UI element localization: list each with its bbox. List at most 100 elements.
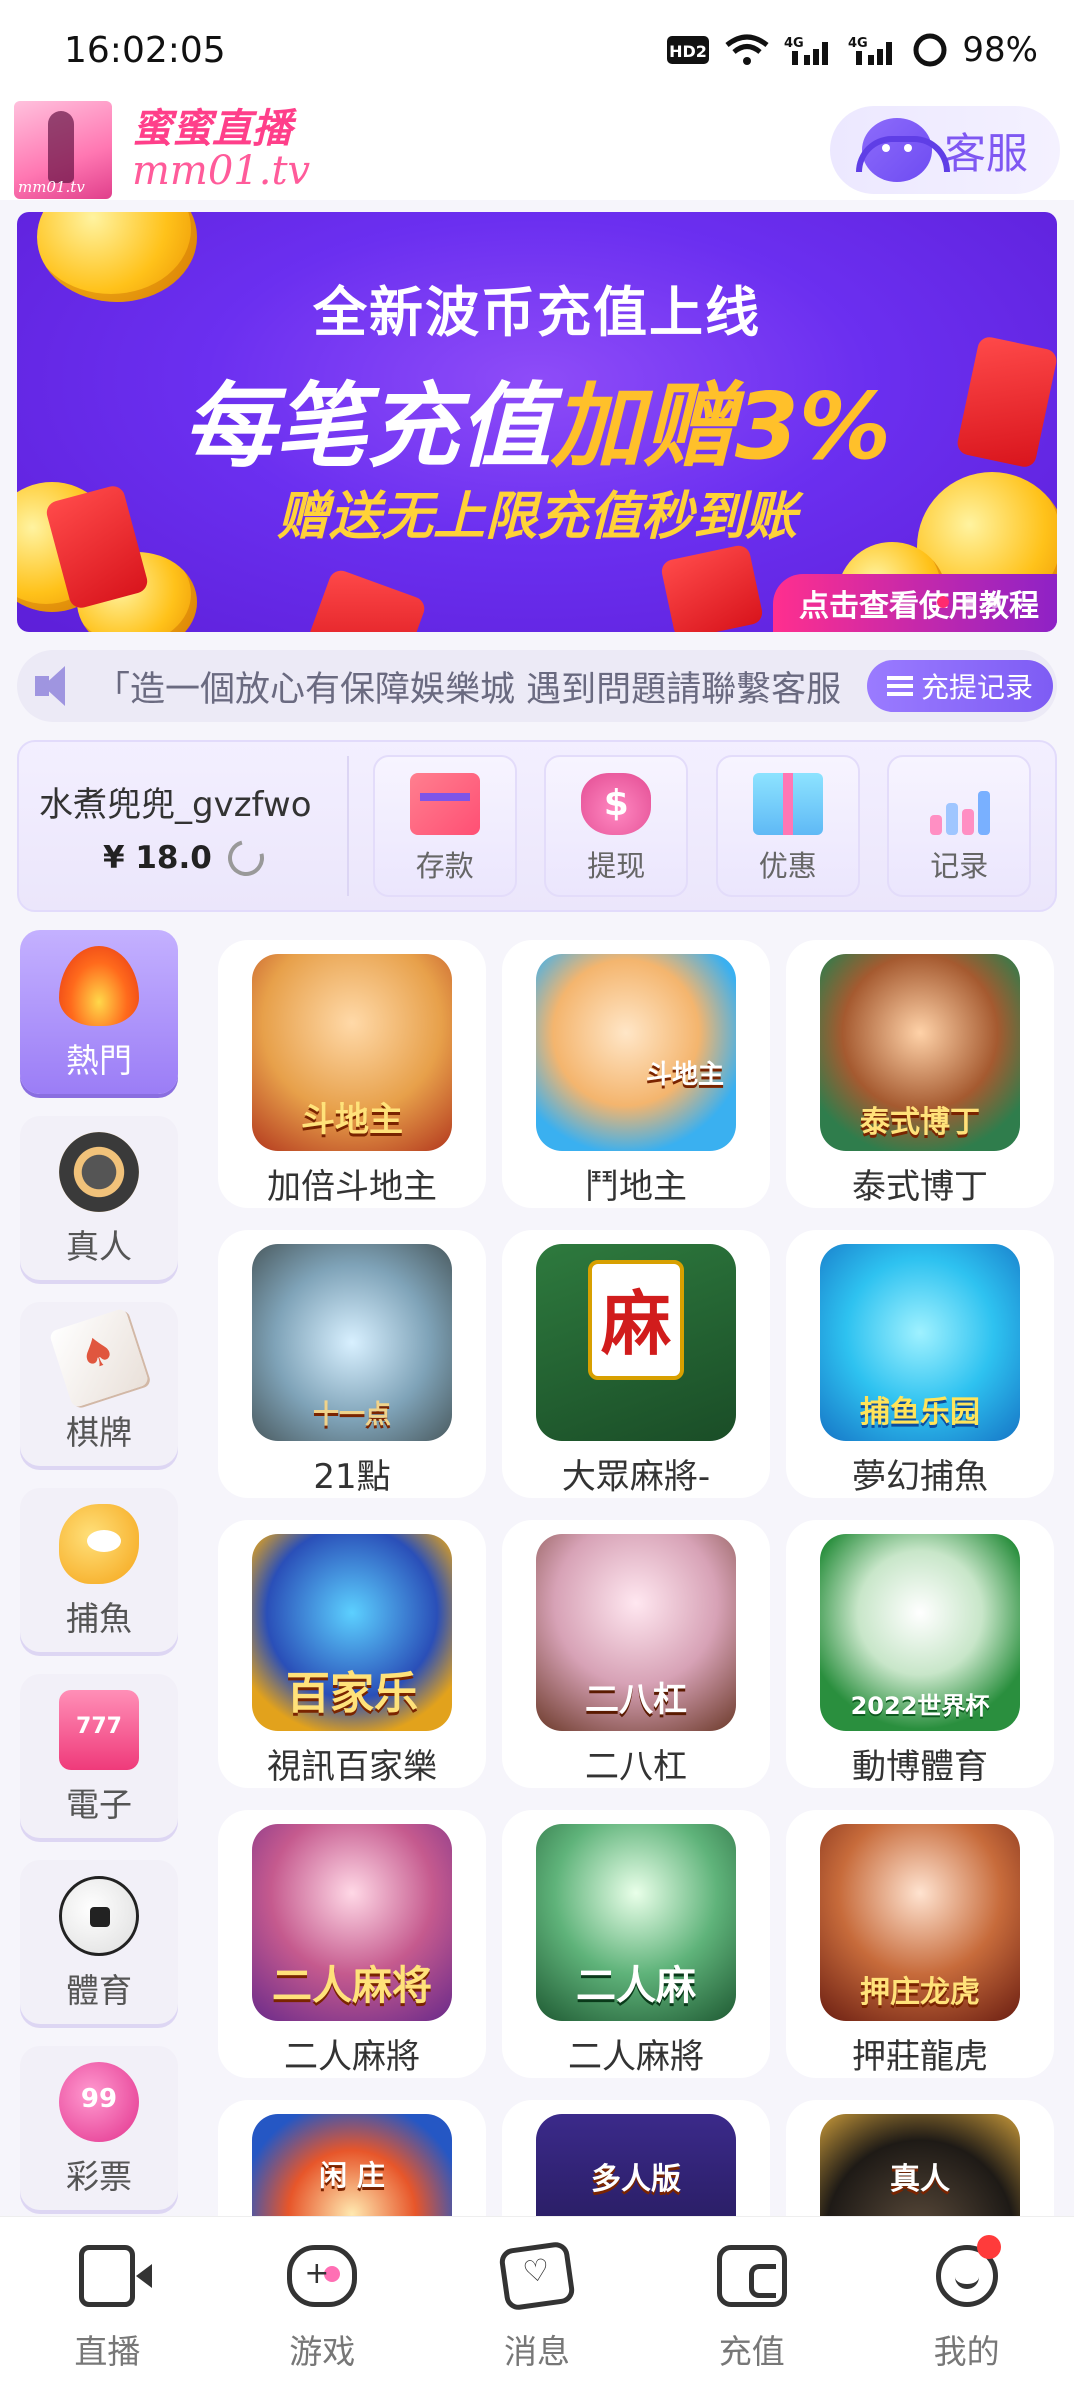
money-bag-icon <box>581 773 652 835</box>
nav-recharge[interactable]: 充值 <box>662 2245 842 2373</box>
svg-text:4G: 4G <box>848 36 868 51</box>
records-label: 记录 <box>930 849 989 883</box>
nav-messages[interactable]: 消息 <box>447 2240 627 2373</box>
thumbnail-text: 百家乐 <box>286 1668 418 1719</box>
wifi-icon <box>725 34 769 65</box>
refresh-icon[interactable] <box>221 832 271 883</box>
game-thumbnail: 二人麻将 <box>252 1824 452 2021</box>
game-card[interactable]: 二八杠 二八杠 <box>502 1520 770 1788</box>
thumbnail-text: 斗地主 <box>645 1060 724 1090</box>
category-hot[interactable]: 熱門 <box>20 930 178 1094</box>
fire-icon <box>59 946 139 1026</box>
logo-figure <box>48 111 74 183</box>
promo-banner[interactable]: 全新波币充值上线 每笔充值加赠3% 赠送无上限充值秒到账 点击查看使用教程 <box>17 212 1057 632</box>
wallet-actions: 存款 提现 优惠 记录 <box>349 755 1055 897</box>
logo-image: mm01.tv <box>14 101 112 199</box>
announcement-bar: 「造一個放心有保障娛樂城 遇到問題請聯繫客服 充提记录 <box>17 650 1057 722</box>
nav-live[interactable]: 直播 <box>17 2245 197 2373</box>
category-live[interactable]: 真人 <box>20 1116 178 1280</box>
game-card[interactable]: 押庄龙虎 押莊龍虎 <box>786 1810 1054 2078</box>
category-label: 電子 <box>66 1785 132 1824</box>
thumbnail-text: 斗地主 <box>301 1100 403 1140</box>
game-card[interactable]: 二人麻将 二人麻將 <box>218 1810 486 2078</box>
game-name: 二人麻將 <box>284 2037 420 2077</box>
notification-badge <box>976 2235 1001 2259</box>
records-button[interactable]: 记录 <box>887 755 1032 897</box>
game-card[interactable]: 十一点 21點 <box>218 1230 486 1498</box>
game-name: 押莊龍虎 <box>852 2037 988 2077</box>
thumbnail-text: 押庄龙虎 <box>860 1975 980 2010</box>
category-cards[interactable]: 棋牌 <box>20 1302 178 1466</box>
card-icon <box>409 773 480 835</box>
balance-row: ¥ 18.0 <box>39 832 347 883</box>
wallet-icon <box>716 2245 787 2307</box>
app-logo[interactable]: mm01.tv 蜜蜜直播 mm01.tv <box>14 101 310 199</box>
user-info: 水煮兜兜_gvzfwo ¥ 18.0 <box>19 756 349 896</box>
svg-text:HD2: HD2 <box>670 42 708 61</box>
thumbnail-text: 十一点 <box>312 1400 391 1430</box>
thumbnail-text: 二八杠 <box>585 1680 687 1720</box>
recharge-record-button[interactable]: 充提记录 <box>866 660 1053 712</box>
game-name: 21點 <box>313 1457 391 1497</box>
game-name: 大眾麻將- <box>561 1457 711 1497</box>
thumbnail-text: 泰式博丁 <box>860 1105 980 1140</box>
category-slots[interactable]: 電子 <box>20 1674 178 1838</box>
game-card[interactable]: 麻 大眾麻將- <box>502 1230 770 1498</box>
game-card[interactable]: 斗地主 鬥地主 <box>502 940 770 1208</box>
category-lottery[interactable]: 彩票 <box>20 2046 178 2210</box>
thumbnail-text: 二人麻 <box>576 1963 696 2009</box>
thumbnail-text: 捕鱼乐园 <box>860 1395 980 1430</box>
game-card[interactable]: 斗地主 加倍斗地主 <box>218 940 486 1208</box>
category-label: 真人 <box>66 1227 132 1266</box>
nav-label: 直播 <box>74 2332 141 2371</box>
announcement-text: 「造一個放心有保障娛樂城 遇到問題請聯繫客服 <box>95 669 842 710</box>
signal-icon-2: 4G <box>848 36 893 65</box>
card-icon <box>48 1307 150 1409</box>
battery-icon <box>913 33 947 67</box>
svg-text:4G: 4G <box>784 36 804 51</box>
banner-dot[interactable] <box>989 596 1001 608</box>
game-card[interactable]: 2022世界杯 動博體育 <box>786 1520 1054 1788</box>
nav-profile[interactable]: 我的 <box>877 2235 1057 2373</box>
chip-icon <box>59 1132 139 1212</box>
lottery-ball-icon <box>59 2062 139 2142</box>
nav-games[interactable]: 游戏 <box>232 2245 412 2373</box>
video-camera-icon <box>79 2245 153 2307</box>
customer-service-label: 客服 <box>943 128 1028 178</box>
thumbnail-text: 2022世界杯 <box>850 1692 990 1720</box>
banner-dot[interactable] <box>937 596 949 608</box>
game-thumbnail: 斗地主 <box>252 954 452 1151</box>
user-wallet-panel: 水煮兜兜_gvzfwo ¥ 18.0 存款 提现 优惠 记录 <box>17 740 1057 912</box>
nav-label: 消息 <box>503 2332 570 2371</box>
game-thumbnail: 十一点 <box>252 1244 452 1441</box>
speaker-icon <box>31 662 87 710</box>
thumbnail-text: 多人版 <box>591 2162 681 2197</box>
promotion-button[interactable]: 优惠 <box>715 755 860 897</box>
withdraw-button[interactable]: 提现 <box>544 755 689 897</box>
deposit-button[interactable]: 存款 <box>372 755 517 897</box>
nav-label: 游戏 <box>289 2332 356 2371</box>
banner-tutorial-button[interactable]: 点击查看使用教程 <box>773 574 1057 632</box>
battery-percent: 98% <box>962 30 1038 70</box>
game-card[interactable]: 二人麻 二人麻將 <box>502 1810 770 2078</box>
category-sports[interactable]: 體育 <box>20 1860 178 2024</box>
fish-icon <box>59 1504 139 1584</box>
message-icon <box>498 2240 576 2312</box>
recharge-record-label: 充提记录 <box>920 671 1033 704</box>
category-label: 體育 <box>66 1971 132 2010</box>
hd-voice-icon: HD2 <box>667 36 710 64</box>
category-fishing[interactable]: 捕魚 <box>20 1488 178 1652</box>
thumbnail-text: 二人麻将 <box>272 1963 432 2009</box>
banner-dot[interactable] <box>963 596 975 608</box>
customer-service-button[interactable]: 客服 <box>830 106 1060 194</box>
game-card[interactable]: 百家乐 視訊百家樂 <box>218 1520 486 1788</box>
logo-domain: mm01.tv <box>132 148 311 194</box>
game-name: 加倍斗地主 <box>267 1167 437 1207</box>
logo-text: 蜜蜜直播 mm01.tv <box>132 108 310 192</box>
game-thumbnail: 押庄龙虎 <box>820 1824 1020 2021</box>
game-thumbnail: 百家乐 <box>252 1534 452 1731</box>
game-thumbnail: 2022世界杯 <box>820 1534 1020 1731</box>
game-card[interactable]: 泰式博丁 泰式博丁 <box>786 940 1054 1208</box>
game-card[interactable]: 捕鱼乐园 夢幻捕魚 <box>786 1230 1054 1498</box>
signal-icon-1: 4G <box>784 36 829 65</box>
